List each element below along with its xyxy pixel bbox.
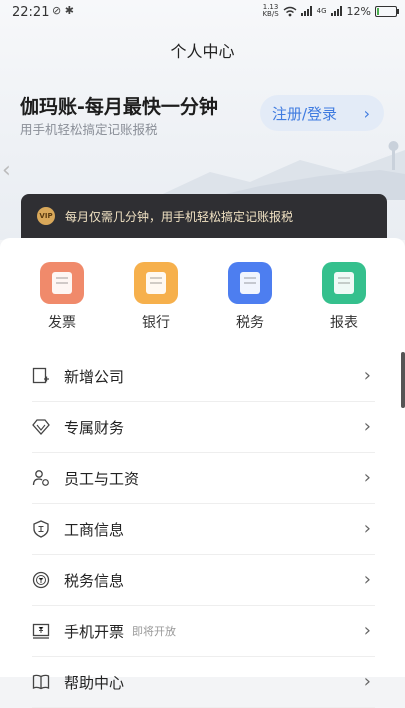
network-speed: 1.13 KB/S [262, 3, 279, 18]
menu-item-tax-info[interactable]: 税务信息 › [32, 555, 375, 606]
tax-info-icon [32, 571, 50, 589]
hero-headline: 伽玛账-每月最快一分钟 [20, 96, 218, 118]
book-icon [32, 673, 50, 691]
menu-item-help-center[interactable]: 帮助中心 › [32, 657, 375, 708]
chevron-right-icon: › [363, 416, 371, 437]
quick-action-label: 税务 [236, 315, 264, 331]
quick-actions: 发票 银行 税务 报表 [0, 262, 405, 332]
vip-badge-icon: VIP [37, 207, 55, 225]
coming-soon-tag: 即将开放 [132, 625, 177, 638]
status-time: 22:21 [12, 5, 50, 20]
battery-icon [375, 5, 399, 17]
menu-item-dedicated-finance[interactable]: 专属财务 › [32, 402, 375, 453]
status-bar: 22:21 ⊘ ✱ 1.13 KB/S 4G 12% [0, 0, 405, 26]
function-panel: 发票 银行 税务 报表 新增公司 › 专属财务 › 员工与工资 › 工商信息 ›… [0, 238, 405, 708]
mobile-invoice-icon [32, 622, 50, 640]
add-company-icon [32, 367, 50, 385]
menu-item-label: 工商信息 [64, 520, 125, 539]
tax-icon [228, 262, 272, 304]
chevron-right-icon: › [363, 671, 371, 692]
promo-text: 每月仅需几分钟，用手机轻松搞定记账报税 [65, 209, 294, 224]
quick-action-tax[interactable]: 税务 [215, 262, 285, 332]
employee-icon [32, 469, 50, 487]
chevron-right-icon: › [363, 518, 371, 539]
quick-action-report[interactable]: 报表 [309, 262, 379, 332]
menu-item-label: 专属财务 [64, 418, 125, 437]
signal-icon [300, 6, 312, 16]
menu-item-label: 税务信息 [64, 571, 125, 590]
chevron-right-icon: › [363, 569, 371, 590]
bank-icon [134, 262, 178, 304]
wifi-icon [283, 6, 297, 16]
shield-icon [32, 520, 50, 538]
chevron-right-icon: › [363, 620, 371, 641]
mountain-illustration [150, 141, 405, 200]
menu-list: 新增公司 › 专属财务 › 员工与工资 › 工商信息 › 税务信息 › 手机开票… [32, 351, 375, 708]
status-notification-icons: ⊘ ✱ [52, 4, 74, 17]
page-title: 个人中心 [170, 42, 235, 61]
menu-item-add-company[interactable]: 新增公司 › [32, 351, 375, 402]
menu-item-mobile-invoicing[interactable]: 手机开票 即将开放 › [32, 606, 375, 657]
quick-action-label: 报表 [330, 315, 358, 331]
menu-item-label: 员工与工资 [64, 469, 140, 488]
chevron-right-icon: › [363, 467, 371, 488]
battery-percent: 12% [346, 4, 371, 18]
invoice-icon [40, 262, 84, 304]
quick-action-label: 发票 [48, 315, 76, 331]
diamond-icon [32, 418, 50, 436]
menu-item-business-info[interactable]: 工商信息 › [32, 504, 375, 555]
quick-action-label: 银行 [142, 315, 170, 331]
menu-item-label: 帮助中心 [64, 673, 125, 692]
signal-icon-2 [330, 6, 342, 16]
vip-promo-banner[interactable]: VIP 每月仅需几分钟，用手机轻松搞定记账报税 [21, 194, 387, 238]
status-right: 1.13 KB/S 4G 12% [262, 3, 399, 18]
signal-4g-label: 4G [316, 7, 327, 15]
profile-hero: 22:21 ⊘ ✱ 1.13 KB/S 4G 12% 个人中心 伽玛账-每月最快… [0, 0, 405, 240]
scroll-handle[interactable] [401, 352, 405, 408]
quick-action-invoice[interactable]: 发票 [27, 262, 97, 332]
chevron-right-icon: › [363, 365, 371, 386]
menu-item-label: 手机开票 [64, 622, 125, 641]
report-icon [322, 262, 366, 304]
menu-item-employees-salary[interactable]: 员工与工资 › [32, 453, 375, 504]
menu-item-label: 新增公司 [64, 367, 125, 386]
quick-action-bank[interactable]: 银行 [121, 262, 191, 332]
